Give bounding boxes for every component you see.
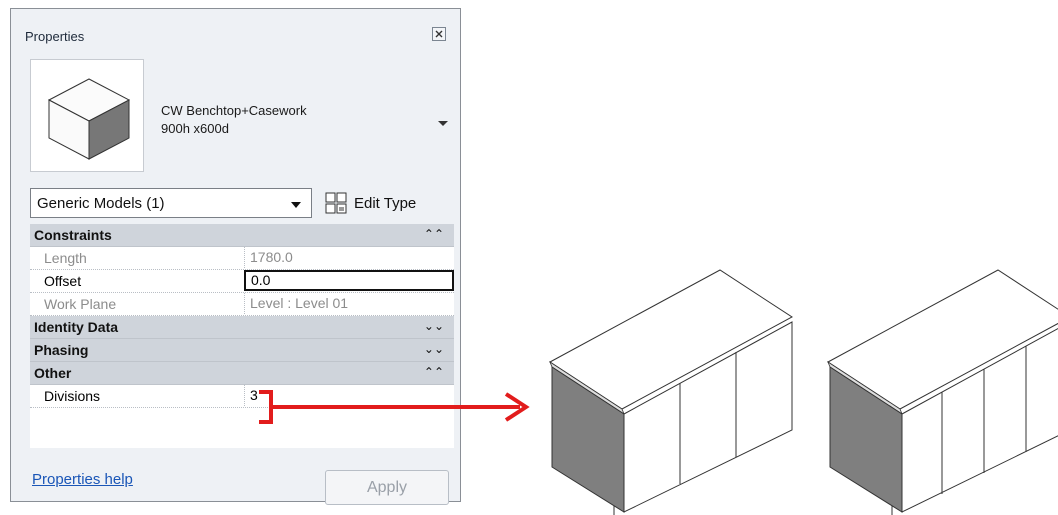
- panel-title: Properties: [25, 29, 85, 44]
- apply-button[interactable]: Apply: [325, 470, 449, 505]
- section-label: Phasing: [34, 342, 89, 358]
- edit-type-label: Edit Type: [354, 194, 417, 212]
- properties-grid: Constraints ⌃⌃ Length 1780.0 Offset 0.0 …: [30, 224, 454, 448]
- element-filter-dropdown[interactable]: Generic Models (1): [30, 188, 312, 218]
- grid-empty-area: [30, 408, 454, 448]
- param-name: Work Plane: [44, 296, 117, 312]
- casework-box-icon: [30, 59, 144, 172]
- param-name: Divisions: [44, 388, 101, 404]
- section-label: Constraints: [34, 227, 112, 243]
- section-identity-data[interactable]: Identity Data ⌄⌄: [30, 316, 454, 339]
- param-row-work-plane: Work Plane Level : Level 01: [30, 293, 454, 316]
- collapse-icon[interactable]: ⌃⌃: [424, 227, 444, 241]
- type-name-line2: 900h x600d: [161, 121, 229, 136]
- section-constraints[interactable]: Constraints ⌃⌃: [30, 224, 454, 247]
- chevron-down-icon[interactable]: [438, 121, 448, 126]
- param-row-length: Length 1780.0: [30, 247, 454, 270]
- divisions-field[interactable]: 3: [244, 385, 454, 406]
- edit-type-icon: [325, 192, 347, 214]
- section-other[interactable]: Other ⌃⌃: [30, 362, 454, 385]
- offset-field[interactable]: 0.0: [244, 270, 454, 291]
- dropdown-arrow-icon: [291, 202, 301, 208]
- properties-panel: Properties CW Benchtop+Casework 900h x60…: [10, 8, 461, 505]
- edit-type-button[interactable]: Edit Type: [324, 188, 416, 218]
- close-icon[interactable]: [432, 27, 446, 41]
- filter-value: Generic Models (1): [37, 195, 165, 212]
- section-label: Other: [34, 365, 72, 381]
- param-name: Offset: [44, 273, 82, 289]
- expand-icon[interactable]: ⌄⌄: [424, 342, 444, 356]
- casework-model-4-divisions: [827, 269, 1058, 515]
- param-value: Level : Level 01: [244, 293, 454, 314]
- param-row-offset[interactable]: Offset 0.0: [30, 270, 454, 293]
- param-row-divisions[interactable]: Divisions 3: [30, 385, 454, 408]
- param-value: 1780.0: [244, 247, 454, 268]
- param-name: Length: [44, 250, 87, 266]
- type-selector[interactable]: CW Benchtop+Casework 900h x600d: [30, 59, 454, 177]
- type-name-line1: CW Benchtop+Casework: [161, 103, 307, 118]
- type-name: CW Benchtop+Casework 900h x600d: [161, 102, 307, 138]
- section-label: Identity Data: [34, 319, 119, 335]
- casework-model-3-divisions: [549, 269, 793, 515]
- properties-help-link[interactable]: Properties help: [32, 471, 133, 488]
- section-phasing[interactable]: Phasing ⌄⌄: [30, 339, 454, 362]
- collapse-icon[interactable]: ⌃⌃: [424, 365, 444, 379]
- expand-icon[interactable]: ⌄⌄: [424, 319, 444, 333]
